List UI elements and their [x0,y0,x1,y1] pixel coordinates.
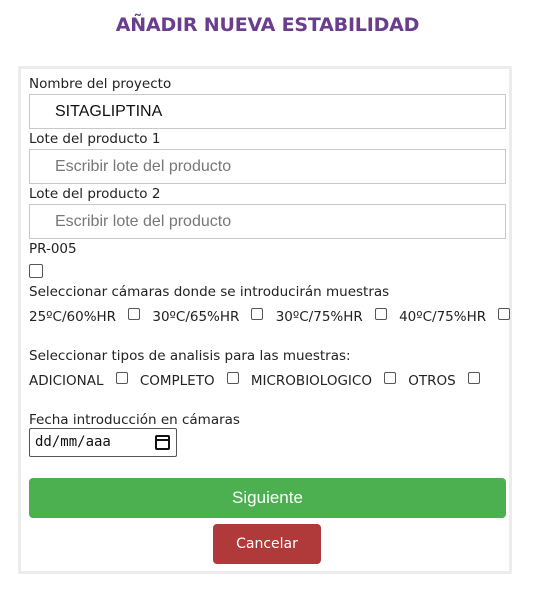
analysis-label: Seleccionar tipos de analisis para las m… [29,348,351,364]
analysis-option-label: MICROBIOLOGICO [250,373,372,389]
chamber-checkbox[interactable] [128,308,141,320]
chambers-label: Seleccionar cámaras donde se introducirá… [29,284,390,300]
analysis-checkbox[interactable] [467,372,480,384]
date-input[interactable]: dd/mm/aaa [29,428,177,457]
project-name-label: Nombre del proyecto [29,76,172,92]
date-placeholder: dd/mm/aaa [35,434,111,450]
chamber-checkbox[interactable] [498,308,511,320]
pr005-label: PR-005 [29,241,77,257]
analysis-checkbox[interactable] [383,372,396,384]
chamber-option-label: 30ºC/75%HR [275,309,363,325]
date-label: Fecha introducción en cámaras [29,412,240,428]
lot1-label: Lote del producto 1 [29,131,161,147]
chamber-option-label: 25ºC/60%HR [29,309,117,325]
lot1-input[interactable]: Escribir lote del producto [29,149,506,184]
analysis-checkbox[interactable] [226,372,239,384]
calendar-icon[interactable] [155,435,170,450]
lot2-label: Lote del producto 2 [29,186,161,202]
analysis-option-label: COMPLETO [139,373,215,389]
page-title: AÑADIR NUEVA ESTABILIDAD [115,14,420,36]
next-button[interactable]: Siguiente [29,478,506,518]
analysis-option-label: OTROS [408,373,456,389]
chambers-options: 25ºC/60%HR 30ºC/65%HR 30ºC/75%HR 40ºC/75… [29,308,518,325]
chamber-option-label: 40ºC/75%HR [399,309,487,325]
chamber-checkbox[interactable] [251,308,264,320]
lot2-input[interactable]: Escribir lote del producto [29,204,506,239]
chamber-checkbox[interactable] [374,308,387,320]
pr005-checkbox[interactable] [29,264,43,278]
analysis-option-label: ADICIONAL [29,373,104,389]
project-name-input[interactable]: SITAGLIPTINA [29,94,506,129]
cancel-button[interactable]: Cancelar [213,524,321,564]
analysis-options: ADICIONAL COMPLETO MICROBIOLOGICO OTROS [29,372,488,389]
new-stability-form: Nombre del proyecto SITAGLIPTINA Lote de… [18,66,512,574]
chamber-option-label: 30ºC/65%HR [152,309,240,325]
analysis-checkbox[interactable] [115,372,128,384]
